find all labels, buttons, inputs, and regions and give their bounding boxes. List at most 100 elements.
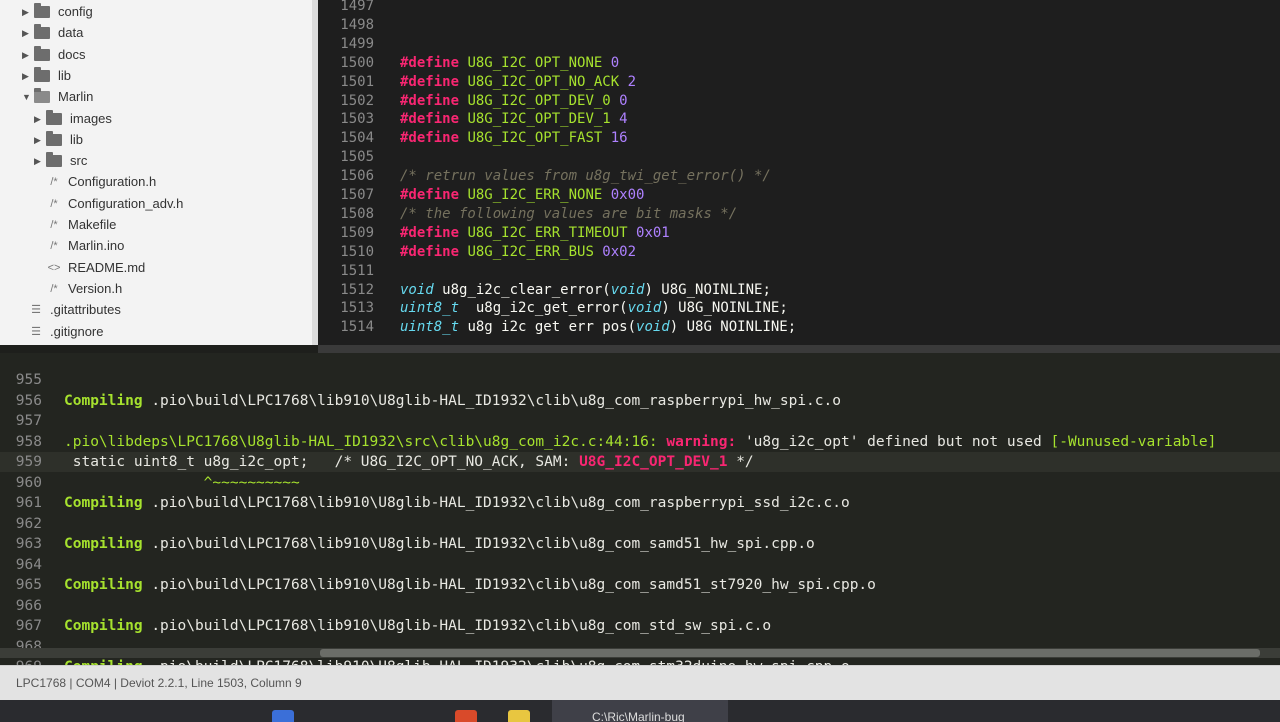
sidebar-item[interactable]: ☰ .gitignore xyxy=(28,322,103,342)
code-token: U8G_I2C_OPT_NO_ACK xyxy=(467,73,628,90)
code-line: 1501 #define U8G_I2C_OPT_NO_ACK 2 xyxy=(318,73,636,92)
expand-arrow-icon[interactable]: ▶ xyxy=(34,109,46,129)
code-token: #define xyxy=(400,111,468,128)
editor-horizontal-scrollbar[interactable] xyxy=(318,345,1280,353)
line-number: 959 xyxy=(15,454,42,470)
sidebar-item[interactable]: ▶ docs xyxy=(22,45,85,65)
code-token: /* the following values are bit masks */ xyxy=(400,205,738,222)
expand-arrow-icon[interactable]: ▶ xyxy=(22,45,34,65)
sidebar-item-label: Version.h xyxy=(68,280,123,296)
sidebar-item[interactable]: <> README.md xyxy=(46,258,146,278)
code-token: u8g_i2c_get_error( xyxy=(467,300,628,317)
line-number: 967 xyxy=(15,618,42,634)
sidebar-item[interactable]: ▶ config xyxy=(22,2,93,22)
folder-icon xyxy=(46,130,62,146)
sidebar-item-label: data xyxy=(58,25,84,41)
code-token: ) U8G_NOINLINE; xyxy=(661,300,788,317)
code-line: 1498 xyxy=(318,16,400,35)
code-token: 0 xyxy=(610,54,620,71)
code-token: uint8_t xyxy=(400,319,468,336)
output-line: 960 ^~~~~~~~~~~ xyxy=(0,473,300,493)
sidebar-item[interactable]: ☰ .gitattributes xyxy=(28,300,121,320)
file-icon: /* xyxy=(50,219,58,231)
code-token: .pio\build\LPC1768\lib910\U8glib-HAL_ID1… xyxy=(151,536,815,552)
folder-icon xyxy=(34,45,50,61)
file-icon: /* xyxy=(50,176,58,189)
terminal-scrollbar-thumb[interactable] xyxy=(320,649,1260,657)
output-line: 959 static uint8_t u8g_i2c_opt; /* U8G_I… xyxy=(0,452,1280,472)
code-token: Compiling xyxy=(64,618,152,634)
code-token: U8G_I2C_OPT_DEV_1 xyxy=(579,454,728,470)
code-token: #define xyxy=(400,130,468,147)
os-taskbar: C:\Ric\Marlin-bug xyxy=(0,700,1280,722)
code-line: 1507 #define U8G_I2C_ERR_NONE 0x00 xyxy=(318,186,644,205)
code-editor[interactable]: 1497 1498 1499 1500 #define U8G_I2C_OPT_NONE… xyxy=(318,0,1280,345)
sidebar-item[interactable]: ▼ Marlin xyxy=(22,87,93,107)
code-token: void xyxy=(636,319,670,336)
sidebar-item[interactable]: /* Makefile xyxy=(46,215,116,235)
code-line: 1500 #define U8G_I2C_OPT_NONE 0 xyxy=(318,54,619,73)
sidebar-item[interactable]: ▶ images xyxy=(34,109,112,129)
code-token: #define xyxy=(400,54,468,71)
line-number: 969 xyxy=(0,657,42,665)
sidebar-item[interactable]: ▶ src xyxy=(34,151,87,171)
sidebar-item[interactable]: /* .travis.yml xyxy=(28,343,109,346)
file-icon: /* xyxy=(50,240,58,253)
output-line: 956 Compiling .pio\build\LPC1768\lib910\U… xyxy=(0,391,841,411)
folder-icon xyxy=(34,66,50,82)
code-token: ) U8G NOINLINE; xyxy=(669,319,797,336)
taskbar-active-task[interactable]: C:\Ric\Marlin-bug xyxy=(552,700,728,722)
line-number: 1497 xyxy=(340,0,374,14)
folder-icon xyxy=(34,88,50,104)
expand-arrow-icon[interactable]: ▼ xyxy=(22,87,34,107)
sidebar-item-label: .gitattributes xyxy=(50,302,121,318)
code-token: 0x02 xyxy=(602,243,637,260)
output-line: 957 xyxy=(0,411,64,431)
code-token: U8G_I2C_ERR_BUS xyxy=(467,243,603,260)
code-token: U8G_I2C_OPT_FAST xyxy=(467,130,611,147)
file-icon: <> xyxy=(47,261,61,274)
code-token: uint8_t xyxy=(400,300,468,317)
file-icon: ☰ xyxy=(31,304,41,317)
sidebar-item[interactable]: ▶ lib xyxy=(22,66,71,86)
output-line: 964 xyxy=(0,555,64,575)
output-line: 963 Compiling .pio\build\LPC1768\lib910\U… xyxy=(0,534,815,554)
sidebar-item[interactable]: ▶ data xyxy=(22,23,83,43)
line-number: 964 xyxy=(15,556,42,573)
sidebar-item[interactable]: /* Version.h xyxy=(46,279,122,299)
sidebar-item-label: config xyxy=(58,4,93,19)
code-line: 1497 xyxy=(318,0,400,16)
file-explorer-icon[interactable] xyxy=(455,710,477,722)
code-token: #define xyxy=(400,73,468,90)
expand-arrow-icon[interactable]: ▶ xyxy=(22,23,34,43)
build-output-panel[interactable]: 955 956 Compiling .pio\build\LPC1768\lib91… xyxy=(0,353,1280,665)
taskbar-task-label: C:\Ric\Marlin-bug xyxy=(592,710,685,722)
line-number: 962 xyxy=(15,515,42,532)
code-token: Compiling xyxy=(64,536,152,552)
line-number: 1513 xyxy=(340,300,374,317)
folder-icon xyxy=(34,3,50,18)
code-token: Compiling xyxy=(64,577,152,593)
expand-arrow-icon[interactable]: ▶ xyxy=(34,151,46,171)
terminal-scrollbar[interactable] xyxy=(0,648,1280,658)
sidebar-item[interactable]: /* Configuration_adv.h xyxy=(46,194,183,214)
browser-icon[interactable] xyxy=(272,710,294,722)
expand-arrow-icon[interactable]: ▶ xyxy=(22,66,34,86)
line-number: 955 xyxy=(15,372,42,388)
code-token: 16 xyxy=(610,130,628,147)
code-token: ^~~~~~~~~~~ xyxy=(64,474,300,491)
code-token: 0x01 xyxy=(636,224,670,241)
line-number: 966 xyxy=(15,597,42,614)
code-line: 1503 #define U8G_I2C_OPT_DEV_1 4 xyxy=(318,110,627,129)
app-icon[interactable] xyxy=(508,710,530,722)
sidebar-item[interactable]: /* Configuration.h xyxy=(46,172,156,192)
line-number: 963 xyxy=(15,536,42,552)
sidebar-item-label: Marlin.ino xyxy=(68,238,125,254)
sidebar-item-label: images xyxy=(70,110,112,126)
expand-arrow-icon[interactable]: ▶ xyxy=(22,2,34,22)
expand-arrow-icon[interactable]: ▶ xyxy=(34,130,46,150)
sidebar-item[interactable]: /* Marlin.ino xyxy=(46,236,124,256)
output-line: 955 xyxy=(0,370,64,390)
sidebar-item[interactable]: ▶ lib xyxy=(34,130,83,150)
line-number: 1501 xyxy=(340,73,374,90)
